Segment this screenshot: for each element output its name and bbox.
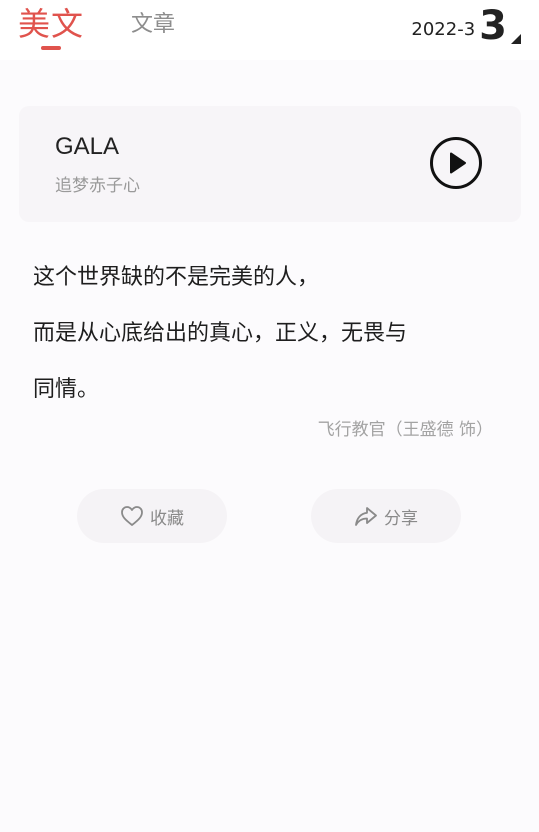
quote-line: 这个世界缺的不是完美的人， xyxy=(33,265,320,290)
play-circle-icon xyxy=(430,137,482,189)
quote-line: 而是从心底给出的真心，正义，无畏与 xyxy=(33,321,408,346)
share-label: 分享 xyxy=(384,508,418,529)
music-card[interactable]: GALA 追梦赤子心 xyxy=(19,106,521,222)
date-day: 3 xyxy=(479,3,507,49)
play-button[interactable] xyxy=(429,136,483,190)
collect-button[interactable]: 收藏 xyxy=(77,489,227,543)
quote-source: 飞行教官（王盛德 饰） xyxy=(317,420,493,440)
collect-label: 收藏 xyxy=(150,508,184,529)
dropdown-triangle-icon xyxy=(511,34,521,44)
page: 美文 文章 2022-3 3 GALA 追梦赤子心 这个世界缺的不是完美的人， … xyxy=(0,0,539,832)
active-tab-indicator xyxy=(41,46,61,50)
song-title: GALA xyxy=(55,133,120,160)
date-selector[interactable]: 2022-3 3 xyxy=(411,4,521,48)
date-month: 2022-3 xyxy=(411,19,476,40)
tab-meiwen[interactable]: 美文 xyxy=(18,4,84,44)
tab-wenzhang[interactable]: 文章 xyxy=(131,10,175,40)
quote-line: 同情。 xyxy=(33,377,100,402)
quote-text: 这个世界缺的不是完美的人， 而是从心底给出的真心，正义，无畏与 同情。 xyxy=(33,250,513,418)
top-bar: 美文 文章 2022-3 3 xyxy=(0,0,539,60)
song-subtitle: 追梦赤子心 xyxy=(55,176,140,196)
share-button[interactable]: 分享 xyxy=(311,489,461,543)
share-arrow-icon xyxy=(355,507,377,526)
heart-outline-icon xyxy=(121,506,143,526)
